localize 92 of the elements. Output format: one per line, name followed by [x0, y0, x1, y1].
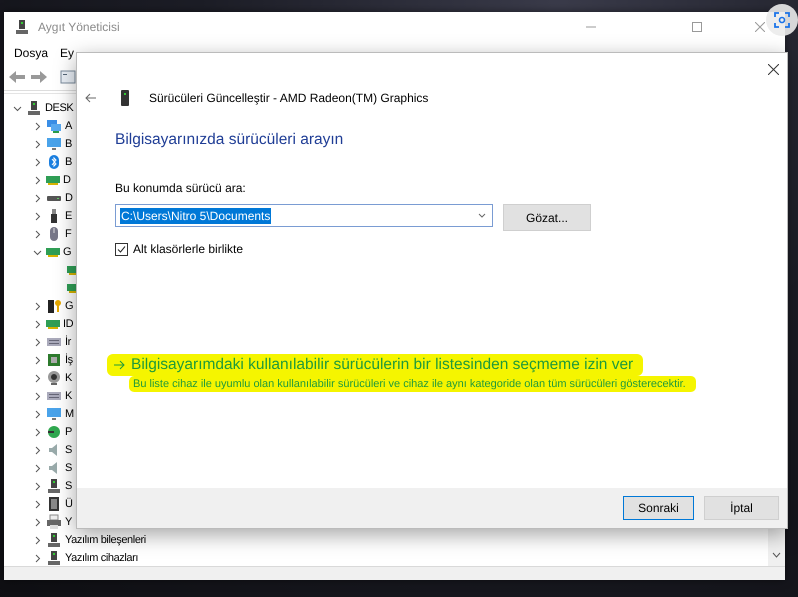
tree-item[interactable]: G: [63, 246, 72, 258]
expand-chevron-icon[interactable]: [32, 158, 42, 166]
expand-chevron-icon[interactable]: [32, 140, 42, 148]
expand-chevron-icon[interactable]: [32, 212, 42, 220]
collapse-chevron-icon[interactable]: [32, 248, 42, 256]
expand-chevron-icon[interactable]: [32, 518, 42, 526]
close-icon[interactable]: [768, 64, 779, 74]
tree-item[interactable]: ID: [63, 318, 74, 330]
tree-item[interactable]: M: [65, 408, 74, 420]
tree-item[interactable]: S: [65, 462, 72, 474]
window-title: Aygıt Yöneticisi: [38, 20, 121, 34]
computer-icon: [26, 100, 42, 116]
computer-icon: [46, 550, 62, 566]
forward-icon[interactable]: [30, 70, 48, 84]
tree-item[interactable]: K: [65, 390, 72, 402]
back-arrow-icon[interactable]: [85, 93, 97, 103]
scroll-down-icon[interactable]: [772, 552, 781, 558]
printer-icon: [46, 514, 62, 530]
back-icon[interactable]: [8, 70, 26, 84]
expand-chevron-icon[interactable]: [32, 392, 42, 400]
location-label: Bu konumda sürücü ara:: [115, 181, 247, 195]
dialog-title: Sürücüleri Güncelleştir - AMD Radeon(TM) Graphics: [149, 91, 428, 105]
tree-item[interactable]: B: [65, 138, 72, 150]
checkbox-label: Alt klasörlerle birlikte: [133, 242, 244, 256]
lens-button[interactable]: [766, 4, 798, 36]
properties-icon[interactable]: [60, 70, 76, 84]
computer-icon: [46, 478, 62, 494]
expand-chevron-icon[interactable]: [32, 356, 42, 364]
arrow-right-icon: [113, 360, 125, 370]
expand-chevron-icon[interactable]: [32, 338, 42, 346]
expand-chevron-icon[interactable]: [32, 122, 42, 130]
expand-chevron-icon[interactable]: [32, 464, 42, 472]
tree-item[interactable]: İş: [65, 354, 73, 366]
computer-icon: [46, 532, 62, 548]
expand-chevron-icon[interactable]: [32, 482, 42, 490]
tree-item[interactable]: E: [65, 210, 72, 222]
tree-item[interactable]: S: [65, 480, 72, 492]
monitor-icon: [46, 136, 62, 152]
card-icon: [46, 320, 60, 328]
expand-chevron-icon[interactable]: [32, 176, 42, 184]
drive-icon: [47, 196, 61, 200]
tree-item[interactable]: Yazılım bileşenleri: [65, 534, 146, 546]
expand-chevron-icon[interactable]: [32, 428, 42, 436]
tree-item[interactable]: P: [65, 426, 72, 438]
plug-icon: [46, 424, 62, 440]
menu-item[interactable]: Dosya: [8, 46, 54, 60]
network-icon: [46, 118, 62, 134]
expand-chevron-icon[interactable]: [32, 302, 42, 310]
tree-item[interactable]: F: [65, 228, 72, 240]
dialog-heading: Bilgisayarınızda sürücüleri arayın: [115, 131, 344, 149]
collapse-chevron-icon[interactable]: [12, 104, 22, 112]
tree-item[interactable]: B: [65, 156, 72, 168]
tree-item[interactable]: A: [65, 120, 72, 132]
expand-chevron-icon[interactable]: [32, 320, 42, 328]
dropdown-caret-icon[interactable]: [478, 213, 486, 218]
tree-item[interactable]: Yazılım cihazları: [65, 552, 138, 564]
film-icon: [46, 496, 62, 512]
tree-item[interactable]: İr: [65, 336, 71, 348]
tree-item[interactable]: Y: [65, 516, 72, 528]
expand-chevron-icon[interactable]: [32, 500, 42, 508]
expand-chevron-icon[interactable]: [32, 410, 42, 418]
tree-item[interactable]: Ü: [65, 498, 73, 510]
camera-icon: [774, 12, 790, 28]
chip-icon: [46, 352, 62, 368]
bluetooth-icon: [46, 154, 62, 170]
cancel-button[interactable]: İptal: [704, 496, 779, 520]
card-icon: [46, 248, 60, 256]
link-description: Bu liste cihaz ile uyumlu olan kullanılabilir sürücüleri ve cihaz ile aynı kategoride olan tüm sürücüleri gösterecektir.: [129, 376, 696, 392]
tree-item[interactable]: DESK: [45, 102, 74, 114]
location-combo-box[interactable]: C:\Users\Nitro 5\Documents: [115, 204, 493, 227]
expand-chevron-icon[interactable]: [32, 194, 42, 202]
webcam-icon: [46, 370, 62, 386]
subfolders-checkbox[interactable]: [115, 242, 128, 256]
maximize-icon[interactable]: [692, 22, 702, 32]
device-icon: [121, 90, 129, 106]
expand-chevron-icon[interactable]: [32, 554, 42, 562]
menu-item[interactable]: Ey: [54, 46, 80, 60]
next-button[interactable]: Sonraki: [623, 496, 694, 520]
tree-item[interactable]: S: [65, 444, 72, 456]
tree-item[interactable]: D: [65, 192, 73, 204]
monitor-icon: [46, 406, 62, 422]
tree-item[interactable]: G: [65, 300, 74, 312]
key-icon: [46, 298, 62, 314]
expand-chevron-icon[interactable]: [32, 446, 42, 454]
expand-chevron-icon[interactable]: [32, 536, 42, 544]
browse-button[interactable]: Gözat...: [503, 204, 591, 231]
tree-item[interactable]: D: [63, 174, 71, 186]
expand-chevron-icon[interactable]: [32, 230, 42, 238]
card-icon: [46, 176, 60, 184]
computer-icon: [14, 19, 30, 35]
tree-item[interactable]: K: [65, 372, 72, 384]
expand-chevron-icon[interactable]: [32, 374, 42, 382]
